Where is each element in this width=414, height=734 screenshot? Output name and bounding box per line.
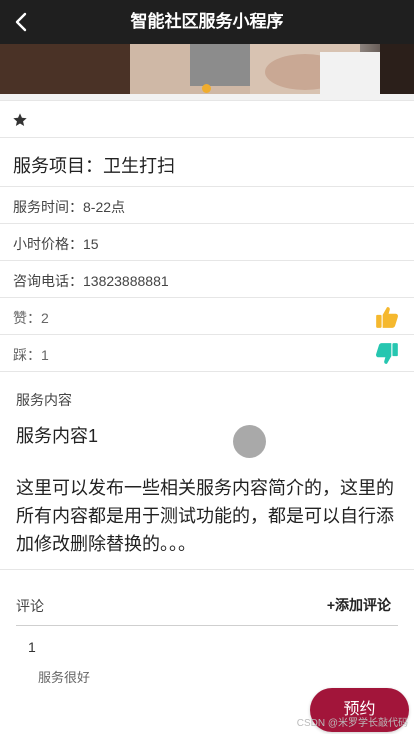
carousel-indicator-dot[interactable]	[202, 84, 211, 93]
star-icon[interactable]	[12, 112, 28, 128]
service-time-text: 服务时间：8-22点	[13, 199, 126, 215]
content-title: 服务内容1	[16, 426, 99, 446]
service-item-row: 服务项目：卫生打扫	[0, 138, 414, 187]
add-comment-button[interactable]: +添加评论	[327, 595, 391, 615]
service-time-row: 服务时间：8-22点	[0, 187, 414, 224]
navbar: 智能社区服务小程序	[0, 0, 414, 44]
comment-user: 1	[28, 639, 36, 655]
hourly-price-row: 小时价格：15	[0, 224, 414, 261]
phone-text[interactable]: 咨询电话：13823888881	[13, 271, 169, 291]
hourly-price-text: 小时价格：15	[13, 236, 99, 252]
content-description: 这里可以发布一些相关服务内容简介的，这里的所有内容都是用于测试功能的，都是可以自…	[16, 478, 394, 554]
content-section-label: 服务内容	[16, 392, 72, 408]
divider	[0, 569, 414, 570]
thumbs-up-icon[interactable]	[374, 304, 400, 330]
like-count: 赞：2	[13, 310, 49, 326]
dislike-count: 踩：1	[13, 347, 49, 363]
favorite-row	[0, 100, 414, 138]
dislike-row: 踩：1	[0, 335, 414, 372]
service-item-text: 服务项目：卫生打扫	[13, 156, 175, 176]
comment-text: 服务很好	[38, 670, 91, 685]
page-title: 智能社区服务小程序	[130, 12, 284, 31]
watermark: CSDN @米罗学长敲代码	[296, 718, 408, 729]
comments-divider	[16, 625, 398, 626]
like-row: 赞：2	[0, 298, 414, 335]
thumbs-down-icon[interactable]	[374, 341, 400, 367]
loading-indicator	[233, 425, 266, 458]
comments-label: 评论	[16, 598, 44, 614]
phone-row[interactable]: 咨询电话：13823888881	[0, 261, 414, 298]
